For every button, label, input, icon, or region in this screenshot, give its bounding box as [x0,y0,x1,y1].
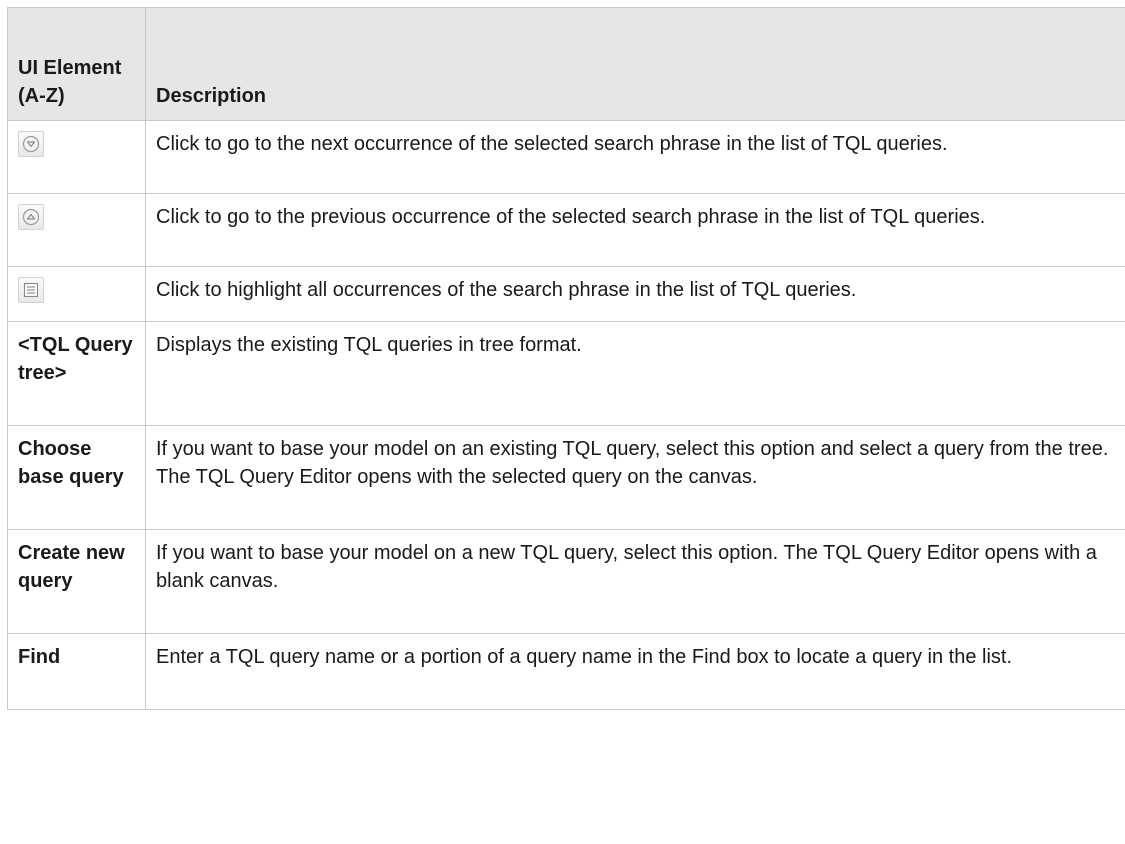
row-element-cell [7,193,146,267]
row-description: Click to go to the previous occurrence o… [145,193,1125,267]
row-description: Click to go to the next occurrence of th… [145,120,1125,194]
row-element-cell [7,266,146,322]
row-description: Enter a TQL query name or a portion of a… [145,633,1125,710]
row-element-label: Find [7,633,146,710]
next-occurrence-icon[interactable] [18,131,44,157]
row-description: If you want to base your model on a new … [145,529,1125,634]
table-row: Find Enter a TQL query name or a portion… [7,633,1125,710]
row-description: If you want to base your model on an exi… [145,425,1125,530]
row-element-label: Choose base query [7,425,146,530]
highlight-all-icon[interactable] [18,277,44,303]
table-row: Create new query If you want to base you… [7,529,1125,634]
row-element-label: Create new query [7,529,146,634]
row-description: Displays the existing TQL queries in tre… [145,321,1125,426]
table-header-row: UI Element (A-Z) Description [7,7,1125,121]
table-row: <TQL Query tree> Displays the existing T… [7,321,1125,426]
row-element-label: <TQL Query tree> [7,321,146,426]
table-row: Click to highlight all occurrences of th… [7,266,1125,322]
row-description: Click to highlight all occurrences of th… [145,266,1125,322]
table-row: Click to go to the previous occurrence o… [7,193,1125,267]
row-element-cell [7,120,146,194]
previous-occurrence-icon[interactable] [18,204,44,230]
ui-elements-table: UI Element (A-Z) Description Click to go… [7,7,1125,710]
header-ui-element: UI Element (A-Z) [7,7,146,121]
header-description: Description [145,7,1125,121]
table-row: Click to go to the next occurrence of th… [7,120,1125,194]
table-row: Choose base query If you want to base yo… [7,425,1125,530]
